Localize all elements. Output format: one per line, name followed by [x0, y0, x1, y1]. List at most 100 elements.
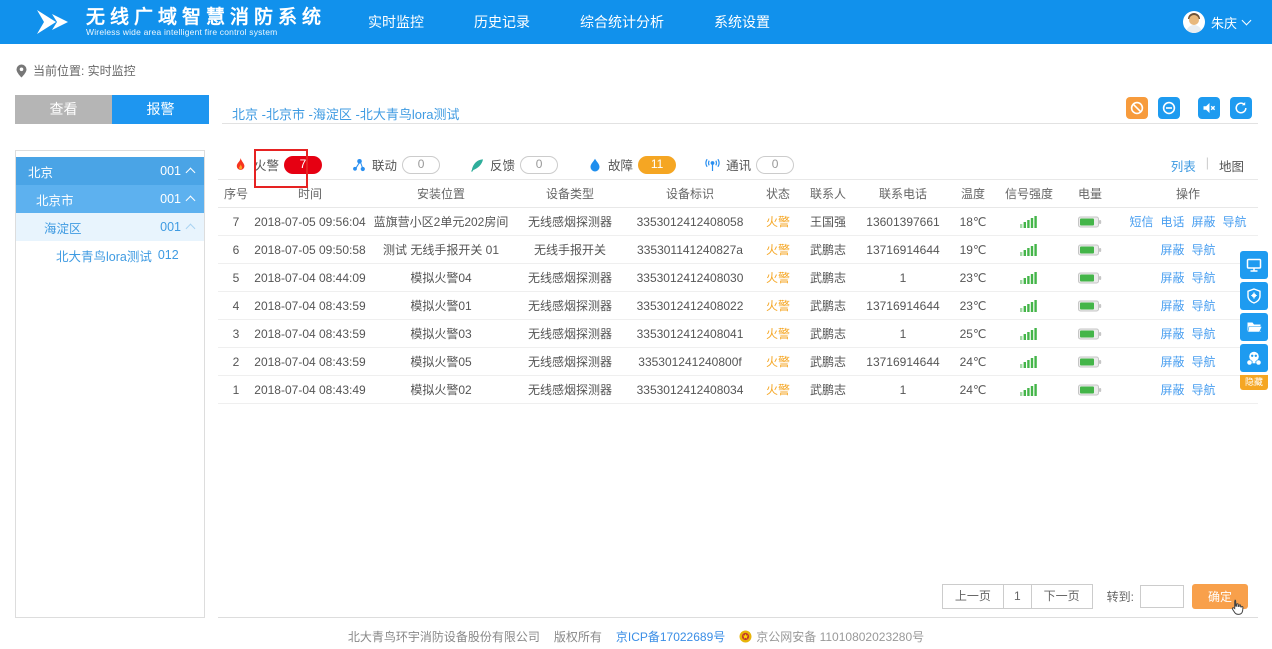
nav-item-3[interactable]: 综合统计分析 — [580, 12, 664, 32]
cell-actions: 短信电话屏蔽导航 — [1118, 213, 1258, 230]
filter-button[interactable]: 故障 11 — [586, 155, 676, 174]
page-number[interactable]: 1 — [1003, 584, 1032, 609]
view-toggle-map[interactable]: 地图 — [1219, 156, 1244, 175]
action-block[interactable]: 屏蔽 — [1160, 269, 1184, 286]
action-block[interactable]: 屏蔽 — [1160, 325, 1184, 342]
column-header: 联系人 — [800, 185, 856, 202]
sidebar-tree-item[interactable]: 北京 001 — [16, 157, 204, 185]
cell-device-id: 3353012412408041 — [624, 327, 756, 341]
gas-mask-icon[interactable] — [1240, 344, 1268, 372]
action-navigate[interactable]: 导航 — [1223, 213, 1247, 230]
filter-button[interactable]: 反馈 0 — [468, 155, 558, 174]
cell-phone: 1 — [856, 327, 950, 341]
cell-temp: 18℃ — [950, 215, 996, 229]
cell-location: 模拟火警01 — [366, 297, 516, 314]
action-block[interactable]: 屏蔽 — [1192, 213, 1216, 230]
action-navigate[interactable]: 导航 — [1192, 269, 1216, 286]
goto-page-input[interactable] — [1140, 585, 1184, 608]
filter-label: 通讯 — [726, 155, 751, 174]
action-call[interactable]: 电话 — [1160, 213, 1184, 230]
action-navigate[interactable]: 导航 — [1192, 297, 1216, 314]
column-header: 联系电话 — [856, 185, 950, 202]
filter-button[interactable]: 通讯 0 — [704, 155, 794, 174]
chevron-down-icon — [1242, 16, 1252, 26]
action-navigate[interactable]: 导航 — [1192, 241, 1216, 258]
cell-temp: 23℃ — [950, 299, 996, 313]
action-navigate[interactable]: 导航 — [1192, 325, 1216, 342]
sidebar-tree-item[interactable]: 北京市 001 — [16, 185, 204, 213]
top-action-icons — [1126, 97, 1252, 119]
feedback-icon — [468, 157, 485, 173]
cell-device-id: 3353012412408022 — [624, 299, 756, 313]
battery-icon — [1062, 272, 1118, 284]
signal-strength-icon — [996, 299, 1062, 312]
ban-icon[interactable] — [1126, 97, 1148, 119]
cell-status: 火警 — [756, 381, 800, 398]
battery-icon — [1062, 328, 1118, 340]
battery-icon — [1062, 384, 1118, 396]
cell-device-type: 无线感烟探测器 — [516, 297, 624, 314]
tab-alarm[interactable]: 报警 — [112, 95, 209, 124]
prev-page-button[interactable]: 上一页 — [942, 584, 1004, 609]
shield-gear-icon[interactable] — [1240, 282, 1268, 310]
filter-button[interactable]: 火警 7 — [232, 155, 322, 174]
nav-item-1[interactable]: 实时监控 — [368, 12, 424, 32]
region-tree-sidebar: 北京 001 北京市 001 海淀区 001 北大青鸟lora测试 012 — [15, 150, 205, 618]
user-menu[interactable]: 朱庆 — [1183, 11, 1250, 33]
cell-device-id: 3353012412408030 — [624, 271, 756, 285]
action-block[interactable]: 屏蔽 — [1160, 381, 1184, 398]
table-row: 4 2018-07-04 08:43:59 模拟火警01 无线感烟探测器 335… — [218, 292, 1258, 320]
nav-item-2[interactable]: 历史记录 — [474, 12, 530, 32]
hide-panel-button[interactable]: 隐藏 — [1240, 375, 1268, 390]
cell-contact: 武鹏志 — [800, 269, 856, 286]
cell-device-type: 无线手报开关 — [516, 241, 624, 258]
filter-count-badge: 11 — [638, 156, 676, 174]
user-name: 朱庆 — [1211, 13, 1237, 32]
sidebar-tree-item[interactable]: 北大青鸟lora测试 012 — [16, 241, 204, 269]
monitor-icon[interactable] — [1240, 251, 1268, 279]
footer-icp-link[interactable]: 京ICP备17022689号 — [616, 628, 725, 645]
cell-actions: 屏蔽导航 — [1118, 381, 1258, 398]
cell-device-id: 3353012412408034 — [624, 383, 756, 397]
tab-view[interactable]: 查看 — [15, 95, 112, 124]
next-page-button[interactable]: 下一页 — [1031, 584, 1093, 609]
mute-icon[interactable] — [1198, 97, 1220, 119]
tree-item-label: 北京市 — [36, 190, 74, 209]
minus-circle-icon[interactable] — [1158, 97, 1180, 119]
filter-button[interactable]: 联动 0 — [350, 155, 440, 174]
action-sms[interactable]: 短信 — [1129, 213, 1153, 230]
cell-device-type: 无线感烟探测器 — [516, 381, 624, 398]
view-toggle-list[interactable]: 列表 — [1171, 156, 1196, 175]
tree-item-count: 001 — [160, 220, 181, 234]
cell-actions: 屏蔽导航 — [1118, 325, 1258, 342]
action-block[interactable]: 屏蔽 — [1160, 353, 1184, 370]
confirm-button[interactable]: 确定 — [1192, 584, 1248, 609]
cell-status: 火警 — [756, 241, 800, 258]
cell-status: 火警 — [756, 353, 800, 370]
table-row: 2 2018-07-04 08:43:59 模拟火警05 无线感烟探测器 335… — [218, 348, 1258, 376]
action-block[interactable]: 屏蔽 — [1160, 241, 1184, 258]
cell-device-type: 无线感烟探测器 — [516, 353, 624, 370]
signal-strength-icon — [996, 383, 1062, 396]
cell-location: 蓝旗营小区2单元202房间 — [366, 213, 516, 230]
cell-contact: 王国强 — [800, 213, 856, 230]
cell-seq: 4 — [218, 299, 254, 313]
sidebar-tree-item[interactable]: 海淀区 001 — [16, 213, 204, 241]
action-navigate[interactable]: 导航 — [1192, 381, 1216, 398]
column-header: 安装位置 — [366, 185, 516, 202]
action-block[interactable]: 屏蔽 — [1160, 297, 1184, 314]
tab-underline — [222, 123, 1258, 124]
nav-item-4[interactable]: 系统设置 — [714, 12, 770, 32]
battery-icon — [1062, 244, 1118, 256]
battery-icon — [1062, 216, 1118, 228]
action-navigate[interactable]: 导航 — [1192, 353, 1216, 370]
breadcrumb-text: 当前位置: 实时监控 — [33, 62, 136, 79]
cell-device-type: 无线感烟探测器 — [516, 213, 624, 230]
column-header: 序号 — [218, 185, 254, 202]
cell-actions: 屏蔽导航 — [1118, 353, 1258, 370]
folder-icon[interactable] — [1240, 313, 1268, 341]
footer-police-link[interactable]: 京公网安备 11010802023280号 — [739, 628, 924, 645]
filter-count-badge: 0 — [756, 156, 794, 174]
cell-location: 测试 无线手报开关 01 — [366, 241, 516, 258]
refresh-icon[interactable] — [1230, 97, 1252, 119]
